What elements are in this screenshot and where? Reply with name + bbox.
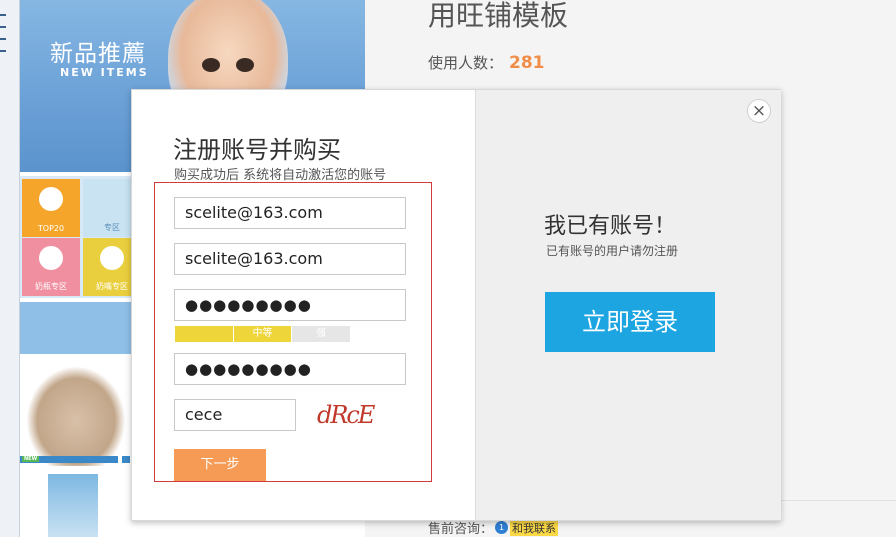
register-subtitle: 购买成功后 系统将自动激活您的账号 — [174, 168, 387, 183]
contact-me-link[interactable]: 和我联系 — [510, 519, 559, 536]
toolbar-mark — [0, 38, 6, 40]
password-strength-meter: 中等 强 — [175, 326, 351, 342]
email-confirm-field[interactable]: scelite@163.com — [174, 243, 406, 275]
register-title: 注册账号并购买 — [173, 136, 341, 164]
left-toolbar-strip — [0, 0, 20, 537]
product-bar: NEW — [20, 456, 118, 463]
tile-label: TOP20 — [37, 224, 65, 233]
email-field[interactable]: scelite@163.com — [174, 197, 406, 229]
bottle-icon — [39, 246, 63, 270]
product-bar — [122, 456, 130, 463]
new-tag: NEW — [22, 456, 40, 462]
password-field[interactable]: ●●●●●●●●● — [174, 289, 406, 321]
toolbar-mark — [0, 14, 6, 16]
have-account-subtitle: 已有账号的用户请勿注册 — [546, 244, 679, 258]
close-icon[interactable]: × — [747, 99, 771, 123]
register-modal: 注册账号并购买 购买成功后 系统将自动激活您的账号 scelite@163.co… — [131, 89, 781, 521]
tile-bottle[interactable]: 奶瓶专区 — [22, 238, 80, 296]
baby-eye — [236, 58, 254, 72]
users-label: 使用人数： — [428, 54, 504, 72]
next-step-button[interactable]: 下一步 — [174, 449, 266, 481]
toolbar-mark — [0, 50, 6, 52]
baby-eye — [202, 58, 220, 72]
smile-icon — [39, 187, 63, 211]
login-now-button[interactable]: 立即登录 — [545, 292, 715, 352]
strength-medium: 中等 — [233, 326, 292, 342]
qq-icon[interactable]: 1 — [495, 521, 509, 534]
have-account-title: 我已有账号！ — [544, 214, 677, 239]
tile-label: 奶瓶专区 — [35, 282, 67, 291]
hero-title: 新品推薦 — [50, 41, 146, 67]
captcha-input[interactable]: cece — [174, 399, 296, 431]
register-form: scelite@163.com scelite@163.com ●●●●●●●●… — [154, 182, 432, 482]
toolbar-mark — [0, 26, 6, 28]
strength-strong: 强 — [292, 326, 351, 342]
users-count: 281 — [509, 53, 545, 73]
template-title: 用旺铺模板 — [428, 0, 569, 32]
login-panel: 我已有账号！ 已有账号的用户请勿注册 立即登录 — [475, 90, 781, 520]
hero-subtitle: NEW ITEMS — [60, 66, 149, 79]
product-hat-image[interactable] — [26, 366, 126, 466]
password-confirm-field[interactable]: ●●●●●●●●● — [174, 353, 406, 385]
strength-weak — [175, 326, 233, 342]
tile-top20[interactable]: TOP20 — [22, 179, 80, 237]
captcha-image[interactable]: dRcE — [317, 401, 375, 429]
product-formula-dispenser-image[interactable] — [48, 474, 98, 537]
pacifier-icon — [100, 246, 124, 270]
users-count-row: 使用人数： 281 — [428, 52, 545, 73]
